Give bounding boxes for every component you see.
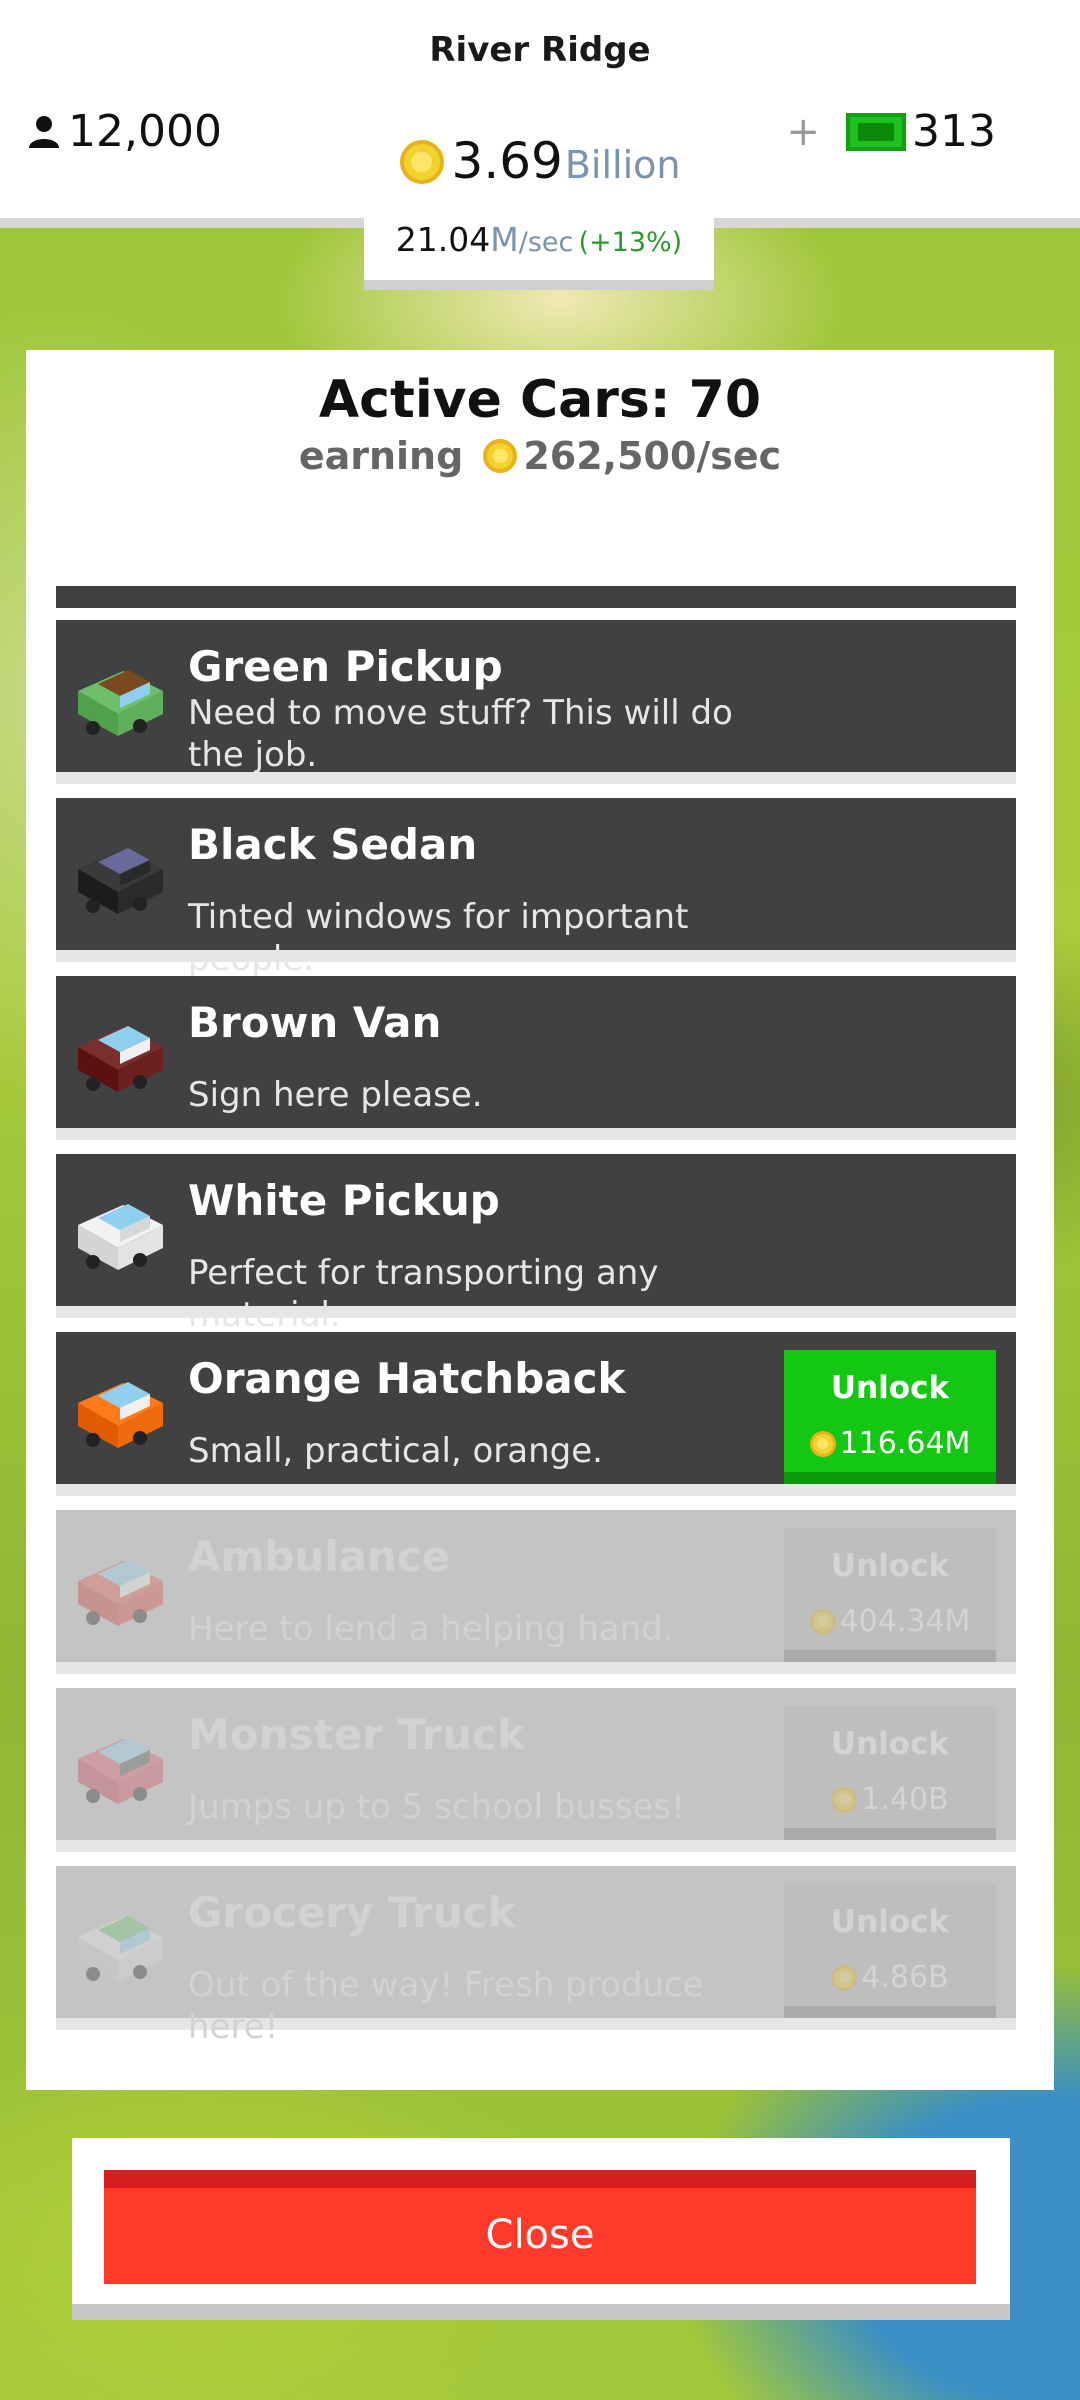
money-unit: Billion bbox=[564, 143, 681, 187]
car-description: Perfect for transporting any material. bbox=[188, 1253, 659, 1335]
car-description: Here to lend a helping hand. bbox=[188, 1609, 674, 1649]
car-icon bbox=[78, 1382, 163, 1448]
unlock-label: Unlock bbox=[830, 1370, 950, 1406]
car-row[interactable]: Monster Truck Jumps up to 5 school busses… bbox=[56, 1688, 1016, 1852]
unlock-label: Unlock bbox=[830, 1904, 950, 1940]
car-description: Out of the way! Fresh produce here! bbox=[188, 1965, 704, 2047]
car-row[interactable]: White Pickup Perfect for transporting any… bbox=[56, 1154, 1016, 1335]
unlock-label: Unlock bbox=[830, 1548, 950, 1584]
car-list[interactable]: Green Pickup Need to move stuff? This wil… bbox=[56, 586, 1016, 2047]
car-name: Green Pickup bbox=[188, 642, 503, 691]
price-value: 116.64M bbox=[839, 1426, 971, 1461]
earning-summary: earning 262,500/sec bbox=[26, 434, 1054, 478]
car-name: White Pickup bbox=[188, 1176, 500, 1225]
panel-title: Active Cars: 70 bbox=[318, 370, 762, 430]
unlock-label: Unlock bbox=[830, 1726, 950, 1762]
money-value: 3.69 bbox=[451, 132, 563, 190]
gem-counter[interactable]: + 313 bbox=[787, 106, 997, 157]
car-icon bbox=[78, 848, 163, 914]
car-name: Monster Truck bbox=[188, 1710, 525, 1759]
unlock-price: 4.86B bbox=[784, 1960, 996, 1995]
top-status-bar: River Ridge 12,000 3.69 Billion + 313 bbox=[0, 0, 1080, 228]
car-icon bbox=[78, 1204, 163, 1270]
car-row[interactable]: Brown Van Sign here please. bbox=[56, 976, 1016, 1140]
car-name: Ambulance bbox=[188, 1532, 451, 1581]
unlock-price: 116.64M bbox=[784, 1426, 996, 1461]
car-name: Orange Hatchback bbox=[188, 1354, 626, 1403]
car-row[interactable]: Grocery Truck Out of the way! Fresh produ… bbox=[56, 1866, 1016, 2047]
car-row[interactable]: Orange Hatchback Small, practical, orange… bbox=[56, 1332, 1016, 1496]
car-description: Small, practical, orange. bbox=[188, 1431, 603, 1471]
unlock-button: Unlock 404.34M bbox=[784, 1528, 996, 1662]
coin-icon bbox=[831, 1964, 858, 1991]
price-value: 1.40B bbox=[861, 1782, 949, 1817]
gem-value: 313 bbox=[912, 106, 996, 157]
car-row[interactable]: Green Pickup Need to move stuff? This wil… bbox=[56, 620, 1016, 784]
coin-icon bbox=[809, 1430, 836, 1457]
price-value: 404.34M bbox=[839, 1604, 971, 1639]
close-button-frame: Close bbox=[72, 2138, 1010, 2320]
list-top-edge bbox=[56, 586, 1016, 608]
rate-value: 21.04 bbox=[395, 220, 491, 259]
car-description: Tinted windows for important people. bbox=[188, 897, 689, 979]
gem-icon bbox=[846, 112, 907, 151]
city-name: River Ridge bbox=[429, 30, 651, 70]
unlock-price: 404.34M bbox=[784, 1604, 996, 1639]
car-icon bbox=[78, 1026, 163, 1092]
rate-unit: M bbox=[490, 220, 519, 259]
car-icon bbox=[78, 1738, 163, 1804]
unlock-button: Unlock 1.40B bbox=[784, 1706, 996, 1840]
close-button[interactable]: Close bbox=[104, 2170, 976, 2284]
car-description: Need to move stuff? This will do the job… bbox=[188, 693, 733, 775]
income-rate-tab: 21.04M/sec (+13%) bbox=[364, 200, 714, 290]
rate-bonus: (+13%) bbox=[578, 227, 683, 258]
car-description: Sign here please. bbox=[188, 1075, 483, 1115]
car-icon bbox=[78, 1560, 163, 1626]
car-row[interactable]: Black Sedan Tinted windows for important … bbox=[56, 798, 1016, 979]
earning-label: earning bbox=[298, 434, 464, 478]
coin-icon bbox=[831, 1786, 858, 1813]
car-name: Brown Van bbox=[188, 998, 442, 1047]
car-description: Jumps up to 5 school busses! bbox=[188, 1787, 685, 1827]
car-name: Black Sedan bbox=[188, 820, 478, 869]
car-icon bbox=[78, 670, 163, 736]
unlock-button: Unlock 4.86B bbox=[784, 1884, 996, 2018]
coin-icon bbox=[483, 439, 518, 473]
earning-value: 262,500/sec bbox=[523, 434, 782, 478]
unlock-price: 1.40B bbox=[784, 1782, 996, 1817]
car-row[interactable]: Ambulance Here to lend a helping hand. Unl… bbox=[56, 1510, 1016, 1674]
add-gems-button[interactable]: + bbox=[787, 109, 821, 155]
rate-suffix: /sec bbox=[518, 227, 574, 258]
price-value: 4.86B bbox=[861, 1960, 949, 1995]
coin-icon bbox=[809, 1608, 836, 1635]
car-icon bbox=[78, 1916, 163, 1982]
car-name: Grocery Truck bbox=[188, 1888, 516, 1937]
coin-icon bbox=[399, 140, 444, 184]
unlock-button[interactable]: Unlock 116.64M bbox=[784, 1350, 996, 1484]
cars-panel: Active Cars: 70 earning 262,500/sec Gree… bbox=[26, 350, 1054, 2090]
